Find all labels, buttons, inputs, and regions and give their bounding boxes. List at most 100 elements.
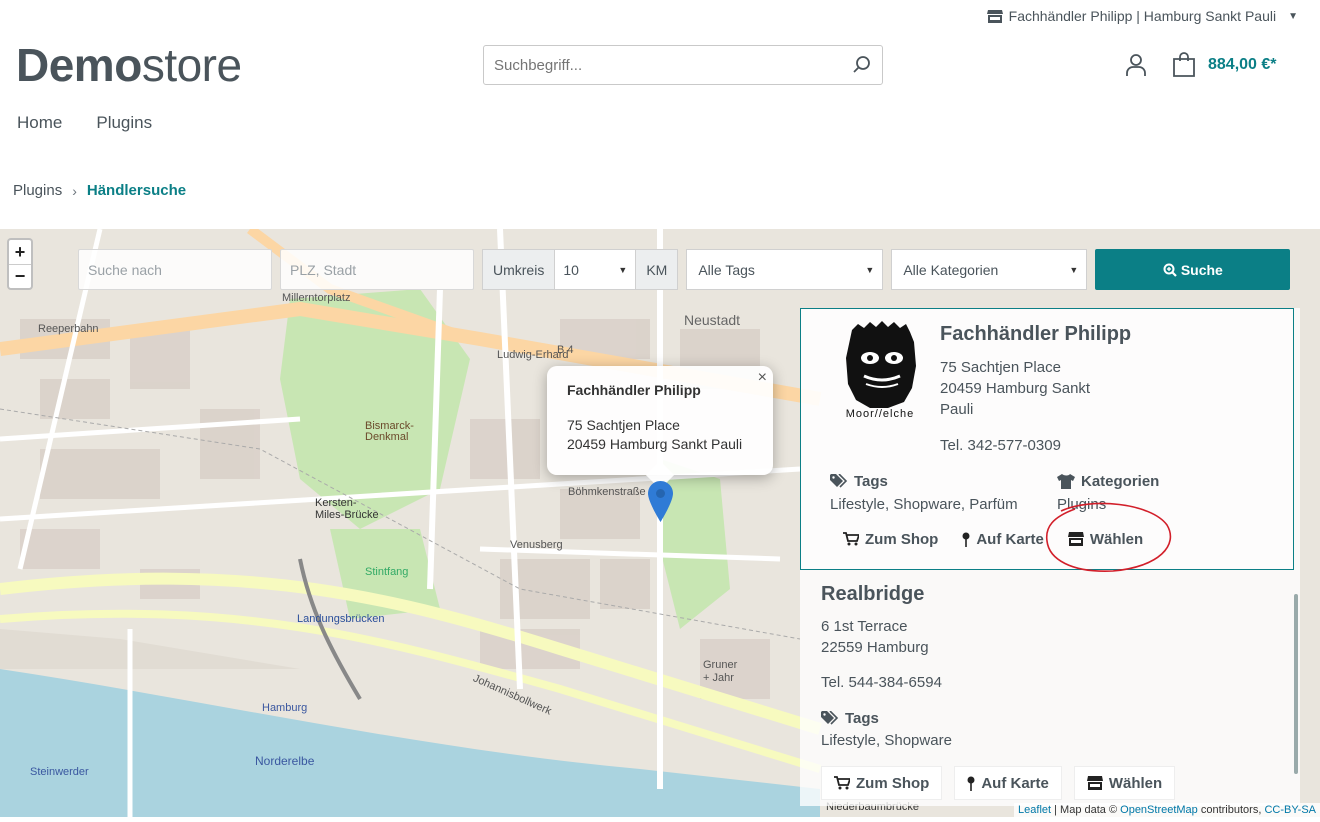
annotation-circle (1045, 502, 1172, 572)
mapdata-text: | Map data © (1051, 804, 1121, 816)
tags-heading: Tags (830, 473, 1018, 490)
map-label-boehmkenstrasse: Böhmkenstraße (568, 486, 646, 498)
dealer-search-label: Suche (1180, 261, 1223, 278)
radius-select[interactable]: 10 ▼ (555, 249, 636, 290)
zip-city-input[interactable]: PLZ, Stadt (280, 249, 474, 290)
map-pin-icon (962, 532, 970, 547)
dealer-city: 22559 Hamburg (821, 639, 929, 656)
radius-unit: KM (635, 249, 679, 290)
tags-icon (821, 711, 839, 725)
close-icon[interactable]: × (758, 369, 767, 387)
tags-label: Tags (854, 473, 888, 490)
logo-bold: Demo (16, 39, 142, 91)
categories-heading: Kategorien (1057, 473, 1159, 490)
license-link[interactable]: CC-BY-SA (1264, 804, 1316, 816)
categories-select-value: Alle Kategorien (903, 261, 999, 278)
dealer-name: Realbridge (821, 583, 925, 605)
map-label-kersten: Kersten-Miles-Brücke (315, 497, 379, 521)
search-name-input[interactable]: Suche nach (78, 249, 272, 290)
map-label-stintfang: Stintfang (365, 566, 409, 578)
dealer-map[interactable]: Neustadt Reeperbahn Millerntorplatz Ludw… (0, 229, 1320, 817)
caret-down-icon: ▼ (1288, 10, 1298, 22)
dealer-filter-bar: Suche nach PLZ, Stadt Umkreis 10 ▼ KM Al… (78, 249, 1291, 290)
dealer-phone: Tel. 342-577-0309 (940, 437, 1061, 454)
dealer-logo: Moor//elche (846, 321, 916, 418)
dealer-address: 6 1st Terrace 22559 Hamburg (821, 616, 929, 658)
to-shop-label: Zum Shop (856, 774, 930, 792)
breadcrumb-current[interactable]: Händlersuche (87, 182, 186, 199)
caret-down-icon: ▼ (618, 264, 628, 275)
main-navigation: Home Plugins (17, 113, 186, 133)
dealer-actions: Zum Shop Auf Karte Wählen (821, 766, 1187, 800)
popup-street: 75 Sachtjen Place (567, 417, 680, 433)
dealer-search-button[interactable]: Suche (1095, 249, 1291, 290)
dealer-city-line1: 20459 Hamburg Sankt (940, 380, 1091, 397)
caret-down-icon: ▼ (1069, 264, 1079, 275)
dealer-name: Fachhändler Philipp (940, 323, 1132, 345)
breadcrumb-parent[interactable]: Plugins (13, 182, 62, 199)
store-icon (1086, 776, 1103, 790)
map-label-bismarck: Bismarck-Denkmal (365, 420, 414, 443)
tags-heading: Tags (821, 710, 952, 727)
show-on-map-label: Auf Karte (976, 530, 1044, 548)
radius-label: Umkreis (482, 249, 556, 290)
caret-down-icon: ▼ (865, 264, 875, 275)
contributors-text: contributors, (1197, 804, 1265, 816)
osm-link[interactable]: OpenStreetMap (1120, 804, 1198, 816)
categories-label: Kategorien (1081, 473, 1160, 490)
map-label-reeperbahn: Reeperbahn (38, 323, 99, 335)
dealer-selector[interactable]: Fachhändler Philipp | Hamburg Sankt Paul… (986, 8, 1298, 24)
show-on-map-label: Auf Karte (981, 774, 1049, 792)
dealer-tags: Tags Lifestyle, Shopware (821, 710, 952, 749)
dealer-tags: Tags Lifestyle, Shopware, Parfüm (830, 473, 1018, 513)
account-button[interactable] (1124, 53, 1148, 82)
radius-group: Umkreis 10 ▼ KM (482, 249, 679, 290)
dealer-address: 75 Sachtjen Place 20459 Hamburg Sankt Pa… (940, 357, 1100, 420)
to-shop-button[interactable]: Zum Shop (831, 522, 950, 556)
dealer-street: 6 1st Terrace (821, 618, 908, 635)
map-pin-icon (967, 776, 975, 791)
chevron-right-icon: › (72, 182, 77, 199)
leaflet-link[interactable]: Leaflet (1018, 804, 1051, 816)
cart-icon (1173, 52, 1195, 77)
tags-value: Lifestyle, Shopware, Parfüm (830, 496, 1018, 513)
zoom-in-button[interactable]: + (9, 240, 31, 264)
dealer-city-line2: Pauli (940, 401, 974, 418)
map-marker[interactable] (648, 481, 673, 527)
tags-select[interactable]: Alle Tags ▼ (686, 249, 884, 290)
to-shop-button[interactable]: Zum Shop (821, 766, 943, 800)
map-label-steinwerder: Steinwerder (30, 766, 89, 778)
shopping-cart-icon (834, 776, 850, 790)
cart-button[interactable]: 884,00 €* (1172, 52, 1277, 77)
search-icon (853, 56, 870, 73)
radius-value: 10 (563, 261, 579, 278)
shopping-cart-icon (843, 532, 859, 546)
map-popup: × Fachhändler Philipp 75 Sachtjen Place … (547, 366, 773, 490)
store-logo[interactable]: Demostore (16, 38, 242, 92)
dealer-card[interactable]: Realbridge 6 1st Terrace 22559 Hamburg T… (800, 570, 1294, 806)
popup-dealer-name: Fachhändler Philipp (567, 382, 701, 398)
map-label-landungsbruecken: Landungsbrücken (297, 613, 385, 625)
map-label-gruner-jahr: Gruner + Jahr (703, 659, 738, 684)
store-icon (986, 10, 1003, 23)
tags-label: Tags (845, 710, 879, 727)
search-button[interactable] (842, 46, 882, 84)
categories-select[interactable]: Alle Kategorien ▼ (891, 249, 1088, 290)
zoom-control: + − (7, 238, 33, 290)
results-scrollbar[interactable] (1294, 594, 1298, 774)
nav-item-home[interactable]: Home (17, 113, 62, 133)
nav-item-plugins[interactable]: Plugins (96, 113, 152, 133)
map-label-millerntorplatz: Millerntorplatz (282, 292, 351, 304)
search-box (483, 45, 883, 85)
search-input[interactable] (484, 56, 842, 74)
logo-text: Moor//elche (846, 408, 914, 418)
map-label-b4: B 4 (557, 344, 574, 356)
map-label-norderelbe: Norderelbe (255, 754, 315, 768)
zoom-out-button[interactable]: − (9, 264, 31, 288)
logo-light: store (141, 39, 242, 91)
show-on-map-button[interactable]: Auf Karte (954, 766, 1062, 800)
tags-select-value: Alle Tags (698, 261, 755, 278)
choose-dealer-button[interactable]: Wählen (1073, 766, 1176, 800)
dealer-selection-label: Fachhändler Philipp | Hamburg Sankt Paul… (1008, 8, 1277, 24)
dealer-card[interactable]: Moor//elche Fachhändler Philipp 75 Sacht… (800, 308, 1294, 572)
